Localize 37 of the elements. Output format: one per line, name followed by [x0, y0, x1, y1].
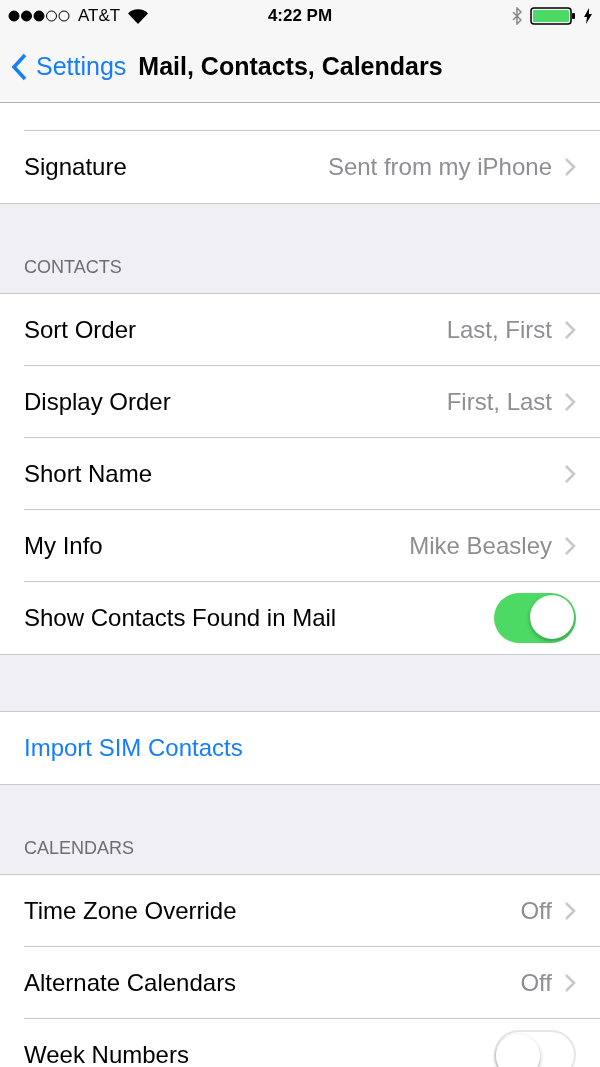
section-header: CONTACTS — [24, 256, 122, 279]
battery-icon — [530, 7, 576, 25]
back-button[interactable]: Settings — [0, 48, 127, 86]
row-value: Off — [520, 967, 552, 998]
chevron-icon — [564, 463, 576, 484]
row-label: Time Zone Override — [24, 895, 237, 926]
chevron-icon — [564, 319, 576, 340]
back-chevron-icon — [12, 53, 28, 81]
signal-icon — [8, 10, 70, 22]
section-header: CALENDARS — [24, 837, 135, 860]
row-label: My Info — [24, 530, 103, 561]
row-label: Alternate Calendars — [24, 967, 237, 998]
row-label: Show Contacts Found in Mail — [24, 603, 337, 633]
chevron-icon — [564, 900, 576, 921]
row-value: Off — [520, 895, 552, 926]
chevron-icon — [564, 972, 576, 993]
toggle-switch[interactable] — [494, 1030, 576, 1067]
row-label: Signature — [24, 152, 127, 182]
toggle-switch[interactable] — [494, 593, 576, 643]
carrier-name: AT&T — [78, 5, 121, 28]
action-link[interactable]: Import SIM Contacts — [24, 730, 243, 766]
charging-bolt-icon — [584, 8, 592, 24]
row-label: Short Name — [24, 458, 153, 489]
chevron-icon — [564, 391, 576, 412]
nav-title: Mail, Contacts, Calendars — [138, 51, 443, 83]
row-label: Display Order — [24, 386, 171, 417]
chevron-icon — [564, 535, 576, 556]
status-time: 4:22 PM — [267, 5, 333, 28]
row-label: Sort Order — [24, 314, 137, 345]
bluetooth-icon — [512, 7, 522, 25]
wifi-icon — [128, 8, 149, 24]
row-value: Sent from my iPhone — [327, 152, 552, 182]
chevron-icon — [564, 157, 576, 177]
row-value: First, Last — [446, 386, 552, 417]
row-value: Last, First — [446, 314, 552, 345]
row-value: Mike Beasley — [409, 530, 552, 561]
row-label: Week Numbers — [24, 1040, 189, 1067]
